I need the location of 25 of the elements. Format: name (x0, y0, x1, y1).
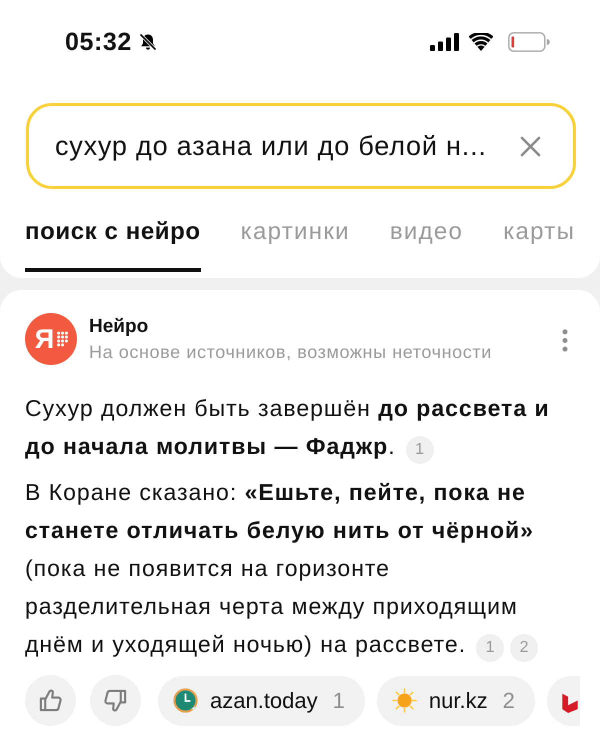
more-icon[interactable] (562, 329, 568, 352)
search-tab[interactable]: карты (503, 219, 576, 272)
search-tab[interactable]: картинки (240, 219, 350, 272)
thumbs-down-icon (103, 688, 128, 713)
search-tab[interactable]: видео (390, 219, 464, 272)
answer-paragraph: Сухур должен быть завершён до рассвета и до начала молитвы — Фаджр. 1 (25, 389, 560, 465)
answer-subtitle: На основе источников, возможны неточности (89, 341, 492, 363)
answer-paragraph: В Коране сказано: «Ешьте, пейте, пока не станете отличать белую нить от чёрной» (пока не появится на горизонте разделительная черта между приходящим днём и уходящей ночью) на рассвете. 1 2 (25, 473, 560, 663)
neiro-logo: Я (25, 313, 77, 365)
citation-link[interactable]: 1 (406, 436, 434, 464)
sun-icon (392, 688, 417, 713)
signal-icon (430, 33, 460, 51)
status-time: 05:32 (65, 28, 132, 56)
citation-link[interactable]: 2 (510, 634, 538, 662)
source-chip[interactable]: nur.kz 2 (376, 676, 535, 726)
clock-icon (173, 688, 198, 713)
source-chip[interactable]: azan.today 1 (158, 676, 365, 726)
citation-link[interactable]: 1 (476, 634, 504, 662)
source-chip[interactable] (546, 676, 580, 726)
search-field[interactable]: сухур до азана или до белой н... (26, 103, 576, 189)
close-icon[interactable] (520, 136, 541, 156)
thumbs-up-icon (38, 688, 63, 713)
search-tab[interactable]: поиск с нейро (25, 219, 201, 272)
answer-title: Нейро (89, 316, 150, 338)
wifi-icon (469, 33, 493, 51)
